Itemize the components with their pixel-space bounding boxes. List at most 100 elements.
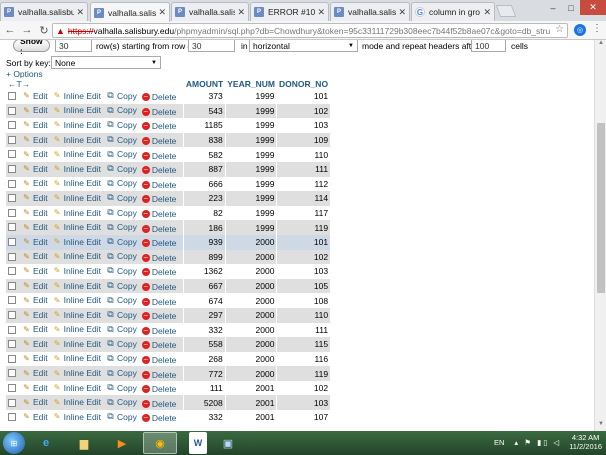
donor-no-cell[interactable]: 103	[276, 395, 331, 411]
amount-cell[interactable]: 332	[183, 410, 226, 425]
delete-link[interactable]: – Delete	[141, 413, 176, 423]
donor-no-cell[interactable]: 110	[276, 147, 331, 162]
inline-edit-link[interactable]: ✎ Inline Edit	[53, 266, 101, 276]
table-row[interactable]: ✎ Edit ✎ Inline Edit ⧉ Copy – Delete 223 1999 114	[6, 191, 331, 206]
table-row[interactable]: ✎ Edit ✎ Inline Edit ⧉ Copy – Delete 186 1999 119	[6, 220, 331, 235]
edit-link[interactable]: ✎ Edit	[22, 222, 48, 232]
table-row[interactable]: ✎ Edit ✎ Inline Edit ⧉ Copy – Delete 582 1999 110	[6, 147, 331, 162]
inline-edit-link[interactable]: ✎ Inline Edit	[53, 208, 101, 218]
donor-no-cell[interactable]: 103	[276, 118, 331, 133]
copy-link[interactable]: ⧉ Copy	[106, 120, 137, 130]
table-row[interactable]: ✎ Edit ✎ Inline Edit ⧉ Copy – Delete 373 1999 101	[6, 89, 331, 104]
language-indicator[interactable]: EN	[494, 438, 504, 447]
amount-cell[interactable]: 111	[183, 380, 226, 396]
delete-link[interactable]: – Delete	[141, 224, 176, 234]
delete-link[interactable]: – Delete	[141, 355, 176, 365]
copy-link[interactable]: ⧉ Copy	[106, 310, 137, 320]
delete-link[interactable]: – Delete	[141, 165, 176, 175]
browser-tab[interactable]: Pvalhalla.salisbu✕	[90, 2, 170, 22]
table-row[interactable]: ✎ Edit ✎ Inline Edit ⧉ Copy – Delete 887 1999 111	[6, 161, 331, 177]
copy-link[interactable]: ⧉ Copy	[106, 237, 137, 247]
amount-cell[interactable]: 373	[183, 89, 226, 104]
table-row[interactable]: ✎ Edit ✎ Inline Edit ⧉ Copy – Delete 838 1999 109	[6, 132, 331, 148]
row-checkbox[interactable]	[8, 413, 16, 422]
media-player-icon[interactable]: ▶	[105, 432, 139, 454]
close-tab-icon[interactable]: ✕	[398, 7, 406, 18]
amount-cell[interactable]: 297	[183, 307, 226, 323]
row-checkbox[interactable]	[8, 398, 16, 407]
page-scrollbar[interactable]: ▲ ▼	[594, 40, 606, 431]
amount-cell[interactable]: 887	[183, 161, 226, 177]
copy-link[interactable]: ⧉ Copy	[106, 178, 137, 188]
paint-icon[interactable]: ▣	[211, 432, 245, 454]
edit-link[interactable]: ✎ Edit	[22, 339, 48, 349]
delete-link[interactable]: – Delete	[141, 267, 176, 277]
year-num-cell[interactable]: 1999	[224, 103, 277, 119]
edit-link[interactable]: ✎ Edit	[22, 237, 48, 247]
column-header-amount[interactable]: AMOUNT	[183, 78, 226, 89]
close-tab-icon[interactable]: ✕	[158, 7, 166, 18]
amount-cell[interactable]: 838	[183, 132, 226, 148]
edit-link[interactable]: ✎ Edit	[22, 383, 48, 393]
row-checkbox[interactable]	[8, 208, 16, 217]
table-row[interactable]: ✎ Edit ✎ Inline Edit ⧉ Copy – Delete 1185 1999 103	[6, 118, 331, 133]
delete-link[interactable]: – Delete	[141, 370, 176, 380]
year-num-cell[interactable]: 1999	[224, 147, 277, 162]
scroll-up-icon[interactable]: ▲	[595, 40, 606, 50]
amount-cell[interactable]: 223	[183, 191, 226, 206]
donor-no-cell[interactable]: 111	[276, 322, 331, 338]
copy-link[interactable]: ⧉ Copy	[106, 412, 137, 422]
browser-menu-icon[interactable]: ⋮	[592, 23, 602, 34]
delete-link[interactable]: – Delete	[141, 151, 176, 161]
table-row[interactable]: ✎ Edit ✎ Inline Edit ⧉ Copy – Delete 297 2000 110	[6, 307, 331, 323]
year-num-cell[interactable]: 2001	[224, 395, 277, 411]
row-checkbox[interactable]	[8, 150, 16, 159]
inline-edit-link[interactable]: ✎ Inline Edit	[53, 164, 101, 174]
edit-link[interactable]: ✎ Edit	[22, 178, 48, 188]
edit-link[interactable]: ✎ Edit	[22, 105, 48, 115]
year-num-cell[interactable]: 2000	[224, 249, 277, 265]
amount-cell[interactable]: 82	[183, 205, 226, 221]
donor-no-cell[interactable]: 116	[276, 351, 331, 367]
close-tab-icon[interactable]: ✕	[483, 7, 491, 18]
inline-edit-link[interactable]: ✎ Inline Edit	[53, 339, 101, 349]
copy-link[interactable]: ⧉ Copy	[106, 149, 137, 159]
delete-link[interactable]: – Delete	[141, 180, 176, 190]
year-num-cell[interactable]: 2001	[224, 410, 277, 425]
table-row[interactable]: ✎ Edit ✎ Inline Edit ⧉ Copy – Delete 1362 2000 103	[6, 264, 331, 279]
year-num-cell[interactable]: 2000	[224, 351, 277, 367]
donor-no-cell[interactable]: 102	[276, 249, 331, 265]
year-num-cell[interactable]: 2001	[224, 380, 277, 396]
amount-cell[interactable]: 1185	[183, 118, 226, 133]
table-row[interactable]: ✎ Edit ✎ Inline Edit ⧉ Copy – Delete 899 2000 102	[6, 249, 331, 265]
copy-link[interactable]: ⧉ Copy	[106, 383, 137, 393]
inline-edit-link[interactable]: ✎ Inline Edit	[53, 412, 101, 422]
donor-no-cell[interactable]: 110	[276, 307, 331, 323]
inline-edit-link[interactable]: ✎ Inline Edit	[53, 120, 101, 130]
year-num-cell[interactable]: 2000	[224, 234, 277, 250]
inline-edit-link[interactable]: ✎ Inline Edit	[53, 135, 101, 145]
start-row-input[interactable]: 30	[188, 40, 235, 52]
column-header-year-num[interactable]: YEAR_NUM	[225, 78, 277, 89]
donor-no-cell[interactable]: 107	[276, 410, 331, 425]
scroll-down-icon[interactable]: ▼	[595, 421, 606, 431]
copy-link[interactable]: ⧉ Copy	[106, 208, 137, 218]
internet-explorer-icon[interactable]: e	[29, 432, 63, 454]
copy-link[interactable]: ⧉ Copy	[106, 353, 137, 363]
word-icon[interactable]: W	[189, 432, 207, 454]
delete-link[interactable]: – Delete	[141, 384, 176, 394]
edit-link[interactable]: ✎ Edit	[22, 251, 48, 261]
copy-link[interactable]: ⧉ Copy	[106, 295, 137, 305]
donor-no-cell[interactable]: 111	[276, 161, 331, 177]
delete-link[interactable]: – Delete	[141, 194, 176, 204]
table-row[interactable]: ✎ Edit ✎ Inline Edit ⧉ Copy – Delete 939 2000 101	[6, 234, 331, 250]
year-num-cell[interactable]: 1999	[224, 161, 277, 177]
table-row[interactable]: ✎ Edit ✎ Inline Edit ⧉ Copy – Delete 543 1999 102	[6, 103, 331, 119]
donor-no-cell[interactable]: 115	[276, 337, 331, 352]
row-checkbox[interactable]	[8, 310, 16, 319]
edit-link[interactable]: ✎ Edit	[22, 295, 48, 305]
edit-link[interactable]: ✎ Edit	[22, 281, 48, 291]
minimize-icon[interactable]: –	[544, 0, 562, 15]
donor-no-cell[interactable]: 103	[276, 264, 331, 279]
copy-link[interactable]: ⧉ Copy	[106, 324, 137, 334]
